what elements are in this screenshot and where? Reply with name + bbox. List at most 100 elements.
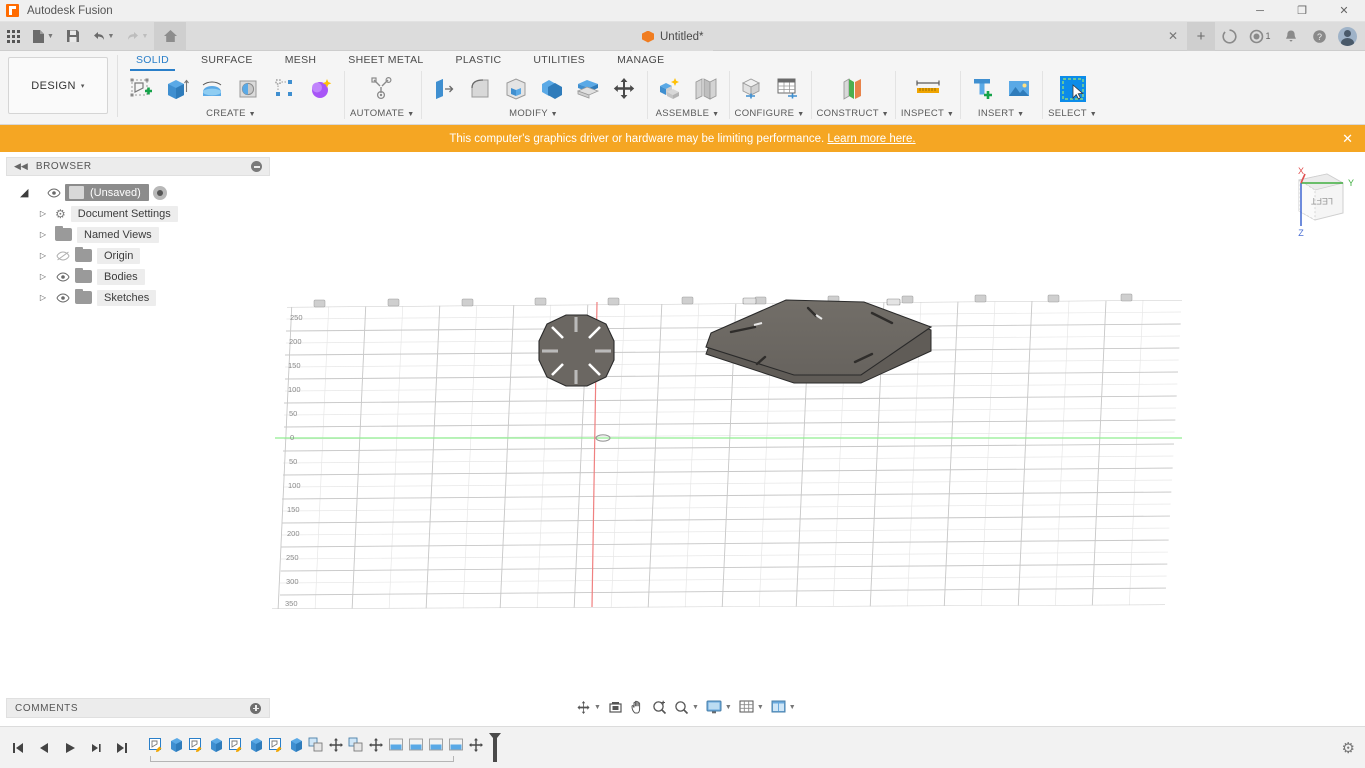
app-grid-icon[interactable]: [0, 22, 26, 51]
bell-icon[interactable]: [1277, 22, 1305, 51]
timeline-settings-gear-icon[interactable]: ⚙: [1342, 739, 1355, 757]
close-tab-button[interactable]: ✕: [1159, 22, 1187, 51]
expand-arrow[interactable]: ▷: [36, 230, 50, 239]
workspace-selector[interactable]: DESIGN ▾: [8, 57, 108, 114]
job-status-icon[interactable]: [1215, 22, 1243, 51]
configure-model-icon[interactable]: [735, 70, 769, 108]
document-tab[interactable]: Untitled*: [632, 22, 714, 51]
eye-icon[interactable]: [55, 270, 70, 283]
tab-mesh[interactable]: MESH: [269, 51, 333, 69]
radio-on-icon[interactable]: [152, 185, 167, 200]
shell-icon[interactable]: [499, 70, 533, 108]
eye-hidden-icon[interactable]: [55, 249, 70, 262]
recent-clock-icon[interactable]: 1: [1243, 22, 1277, 51]
timeline-feature-align[interactable]: [386, 732, 406, 758]
minimize-button[interactable]: ─: [1239, 0, 1281, 22]
form-icon[interactable]: [304, 70, 338, 108]
construction-plane-icon[interactable]: [836, 70, 870, 108]
panel-inspect-title[interactable]: INSPECT ▼: [901, 108, 954, 119]
viewcube[interactable]: LEFT X Y Z: [1281, 164, 1357, 240]
sidebar-item-bodies[interactable]: ▷ Bodies: [6, 266, 270, 287]
add-comment-icon[interactable]: [250, 702, 261, 714]
banner-close-button[interactable]: ✕: [1342, 125, 1353, 152]
tab-surface[interactable]: SURFACE: [185, 51, 269, 69]
tab-plastic[interactable]: PLASTIC: [440, 51, 518, 69]
comments-panel[interactable]: COMMENTS: [6, 698, 270, 718]
tab-utilities[interactable]: UTILITIES: [517, 51, 601, 69]
root-chip[interactable]: (Unsaved): [65, 184, 149, 201]
timeline-feature-extrude[interactable]: [166, 732, 186, 758]
revolve-icon[interactable]: [196, 70, 230, 108]
file-icon[interactable]: ▼: [26, 22, 60, 51]
offset-face-icon[interactable]: [571, 70, 605, 108]
eye-icon[interactable]: [55, 291, 70, 304]
combine-icon[interactable]: [535, 70, 569, 108]
panel-modify-title[interactable]: MODIFY ▼: [509, 108, 558, 119]
timeline-feature-align[interactable]: [406, 732, 426, 758]
expand-arrow[interactable]: ▷: [36, 251, 50, 260]
tab-solid[interactable]: SOLID: [120, 51, 185, 71]
insert-mcmaster-icon[interactable]: [966, 70, 1000, 108]
viewcube-body[interactable]: LEFT: [1297, 173, 1345, 221]
expand-arrow[interactable]: ◢: [20, 186, 42, 199]
create-sketch-icon[interactable]: [124, 70, 158, 108]
joint-icon[interactable]: [689, 70, 723, 108]
extrude-icon[interactable]: [160, 70, 194, 108]
timeline-feature-sketch[interactable]: [266, 732, 286, 758]
expand-arrow[interactable]: ▷: [36, 293, 50, 302]
timeline-feature-copy-paste[interactable]: [306, 732, 326, 758]
orbit-icon[interactable]: ▼: [573, 696, 604, 718]
measure-icon[interactable]: [911, 70, 945, 108]
pan-icon[interactable]: [627, 696, 648, 718]
panel-construct-title[interactable]: CONSTRUCT ▼: [817, 108, 889, 119]
new-tab-button[interactable]: +: [1187, 21, 1215, 51]
display-settings-icon[interactable]: ▼: [703, 696, 735, 718]
timeline-feature-extrude[interactable]: [206, 732, 226, 758]
banner-learn-more-link[interactable]: Learn more here.: [827, 133, 915, 145]
automated-modeling-icon[interactable]: [365, 70, 399, 108]
move-copy-icon[interactable]: [607, 70, 641, 108]
panel-create-title[interactable]: CREATE ▼: [206, 108, 256, 119]
minimize-icon[interactable]: [251, 161, 262, 172]
step-forward-icon[interactable]: [84, 734, 108, 762]
play-icon[interactable]: [58, 734, 82, 762]
sweep-icon[interactable]: [232, 70, 266, 108]
panel-insert-title[interactable]: INSERT ▼: [978, 108, 1024, 119]
help-icon[interactable]: ?: [1305, 22, 1333, 51]
sidebar-item-origin[interactable]: ▷ Origin: [6, 245, 270, 266]
new-component-icon[interactable]: [653, 70, 687, 108]
timeline-playhead[interactable]: [488, 732, 502, 764]
sidebar-item-document-settings[interactable]: ▷ ⚙ Document Settings: [6, 203, 270, 224]
avatar[interactable]: [1333, 22, 1361, 51]
timeline-feature-sketch[interactable]: [186, 732, 206, 758]
eye-icon[interactable]: [46, 186, 61, 199]
home-icon[interactable]: [154, 21, 186, 51]
redo-icon[interactable]: ▼: [120, 22, 154, 51]
undo-icon[interactable]: ▼: [86, 22, 120, 51]
timeline-feature-sketch[interactable]: [146, 732, 166, 758]
zoom-fit-icon[interactable]: ▼: [671, 696, 702, 718]
go-to-beginning-icon[interactable]: [6, 734, 30, 762]
fillet-icon[interactable]: [463, 70, 497, 108]
close-button[interactable]: ✕: [1323, 0, 1365, 22]
expand-arrow[interactable]: ▷: [36, 209, 50, 218]
timeline-feature-align[interactable]: [446, 732, 466, 758]
configuration-table-icon[interactable]: [771, 70, 805, 108]
tab-manage[interactable]: MANAGE: [601, 51, 680, 69]
press-pull-icon[interactable]: [427, 70, 461, 108]
insert-image-icon[interactable]: [1002, 70, 1036, 108]
collapse-left-icon[interactable]: ◀◀: [14, 161, 28, 172]
viewports-icon[interactable]: ▼: [768, 696, 799, 718]
timeline-feature-copy-paste[interactable]: [346, 732, 366, 758]
timeline-feature-move-copy[interactable]: [326, 732, 346, 758]
body-octagonal-slotted-plate-small[interactable]: [538, 314, 615, 387]
go-to-end-icon[interactable]: [110, 734, 134, 762]
timeline-feature-extrude[interactable]: [286, 732, 306, 758]
sidebar-item-sketches[interactable]: ▷ Sketches: [6, 287, 270, 308]
timeline-feature-sketch[interactable]: [226, 732, 246, 758]
panel-select-title[interactable]: SELECT ▼: [1048, 108, 1097, 119]
expand-arrow[interactable]: ▷: [36, 272, 50, 281]
grid-snaps-icon[interactable]: ▼: [736, 696, 767, 718]
timeline-feature-align[interactable]: [426, 732, 446, 758]
timeline-feature-move-copy[interactable]: [366, 732, 386, 758]
